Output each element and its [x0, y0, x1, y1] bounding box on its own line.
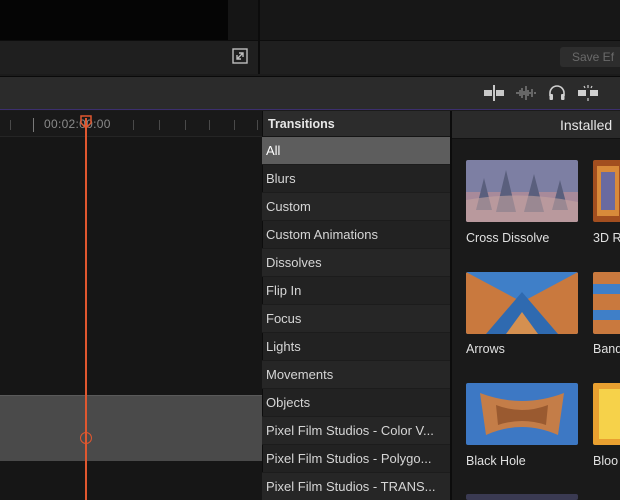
ruler-tick	[234, 120, 235, 130]
ruler-tick	[159, 120, 160, 130]
sidebar-header: Transitions	[262, 111, 450, 137]
timecode: 00:02:00:00	[44, 117, 111, 131]
keyframe-marker[interactable]	[80, 432, 92, 444]
viewer-edge	[228, 0, 258, 40]
transition-label: Bloo	[593, 454, 619, 468]
transition-thumb-black-hole[interactable]	[466, 383, 578, 445]
category-item-pfs-trans[interactable]: Pixel Film Studios - TRANS...	[262, 473, 450, 500]
category-item-focus[interactable]: Focus	[262, 305, 450, 333]
ruler-tick	[133, 120, 134, 130]
category-item-lights[interactable]: Lights	[262, 333, 450, 361]
audio-skimming-icon[interactable]	[515, 84, 537, 102]
installed-header: Installed	[452, 111, 620, 139]
ruler-tick	[185, 120, 186, 130]
category-item-custom[interactable]: Custom	[262, 193, 450, 221]
transition-label: Cross Dissolve	[466, 231, 550, 245]
installed-title: Installed	[560, 117, 613, 133]
timeline-ruler[interactable]	[0, 111, 262, 137]
category-item-custom-animations[interactable]: Custom Animations	[262, 221, 450, 249]
transition-thumb-cross-dissolve[interactable]	[466, 160, 578, 222]
category-item-dissolves[interactable]: Dissolves	[262, 249, 450, 277]
snapping-icon[interactable]	[577, 84, 599, 102]
skimming-icon[interactable]	[483, 84, 505, 102]
sidebar-title: Transitions	[268, 117, 335, 131]
timeline-clip[interactable]	[0, 395, 262, 461]
ruler-tick	[257, 120, 258, 130]
category-item-all[interactable]: All	[262, 137, 450, 165]
ruler-tick	[10, 120, 11, 130]
transition-label: 3D R	[593, 231, 620, 245]
category-item-movements[interactable]: Movements	[262, 361, 450, 389]
transition-thumb-3d[interactable]	[593, 160, 620, 222]
category-item-pfs-color[interactable]: Pixel Film Studios - Color V...	[262, 417, 450, 445]
transition-thumb-bloom[interactable]	[593, 383, 620, 445]
category-item-pfs-polygon[interactable]: Pixel Film Studios - Polygo...	[262, 445, 450, 473]
transition-thumb-arrows[interactable]	[466, 272, 578, 334]
playhead-handle[interactable]	[80, 115, 92, 129]
transition-label: Arrows	[466, 342, 505, 356]
app-window: Save Ef 00:02:00:00 Transitions All Blur…	[0, 0, 620, 500]
viewer-bar	[0, 40, 258, 74]
transition-label: Band	[593, 342, 620, 356]
transition-label: Black Hole	[466, 454, 526, 468]
ruler-tick	[33, 118, 34, 132]
category-item-flip-in[interactable]: Flip In	[262, 277, 450, 305]
transition-thumb-band[interactable]	[593, 272, 620, 334]
inspector-area	[260, 0, 620, 40]
category-list: All Blurs Custom Custom Animations Disso…	[262, 137, 450, 500]
fullscreen-icon[interactable]	[232, 48, 248, 64]
headphones-icon[interactable]	[548, 84, 566, 102]
category-item-blurs[interactable]: Blurs	[262, 165, 450, 193]
transition-thumb-partial[interactable]	[466, 494, 578, 500]
save-effects-button[interactable]: Save Ef	[560, 47, 620, 67]
ruler-tick	[209, 120, 210, 130]
category-item-objects[interactable]: Objects	[262, 389, 450, 417]
viewer-canvas	[0, 0, 228, 40]
